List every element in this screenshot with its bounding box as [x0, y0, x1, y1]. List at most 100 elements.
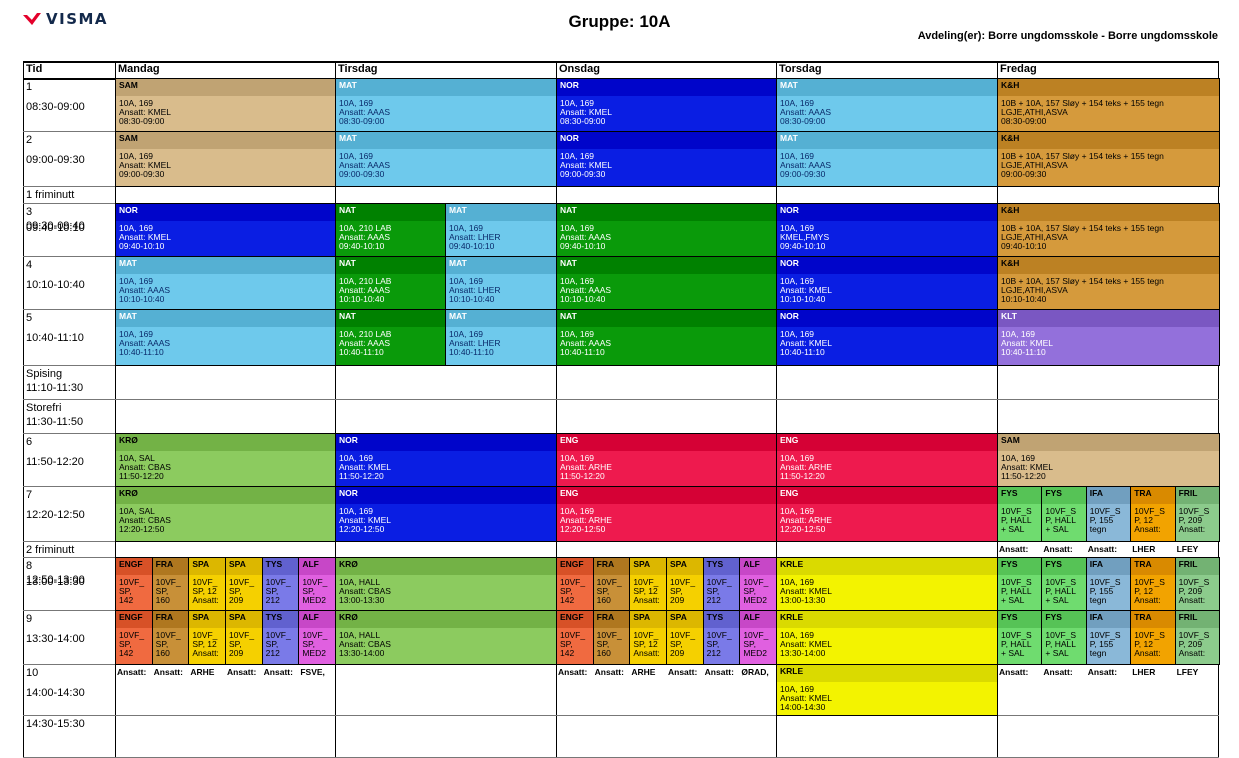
lesson-block[interactable]: ENGF 10VF_ SP, 142: [556, 610, 594, 665]
lesson-block[interactable]: NOR 10A, 169 Ansatt: KMEL 09:00-09:30: [556, 131, 777, 187]
lesson-block[interactable]: SPA 10VF_ SP, 209: [666, 557, 704, 611]
lesson-block[interactable]: FRIL 10VF_S P, 209 Ansatt:: [1174, 557, 1220, 611]
lesson-block[interactable]: ENGF 10VF_ SP, 142: [115, 610, 153, 665]
lesson-block[interactable]: MAT 10A, 169 Ansatt: AAAS 09:00-09:30: [335, 131, 557, 187]
lesson-line: 212: [706, 648, 721, 658]
lesson-block[interactable]: KRLE 10A, 169 Ansatt: KMEL 13:00-13:30: [776, 557, 998, 611]
lesson-block[interactable]: ALF 10VF_ SP, MED2: [739, 610, 777, 665]
lesson-block[interactable]: NAT 10A, 169 Ansatt: AAAS 09:40-10:10: [556, 203, 777, 257]
lesson-block[interactable]: KRØ 10A, SAL Ansatt: CBAS 11:50-12:20: [115, 433, 336, 487]
lesson-block[interactable]: NAT 10A, 210 LAB Ansatt: AAAS 10:10-10:40: [335, 256, 446, 310]
lesson-block[interactable]: IFA 10VF_S P, 155 tegn: [1085, 610, 1132, 665]
lesson-block[interactable]: KRØ 10A, HALL Ansatt: CBAS 13:30-14:00: [335, 610, 557, 665]
lesson-block[interactable]: NOR 10A, 169 Ansatt: KMEL 12:20-12:50: [335, 486, 557, 542]
lesson-block[interactable]: TRA 10VF_S P, 12 Ansatt:: [1130, 610, 1176, 665]
lesson-block[interactable]: K&H 10B + 10A, 157 Sløy + 154 teks + 155 …: [997, 256, 1220, 310]
lesson-block[interactable]: NOR 10A, 169 Ansatt: KMEL 09:40-10:10: [115, 203, 336, 257]
lesson-block[interactable]: FRA 10VF_ SP, 160: [151, 557, 190, 611]
lesson-block[interactable]: NAT 10A, 169 Ansatt: AAAS 10:40-11:10: [556, 309, 777, 366]
overflow-note: Ansatt:: [668, 667, 698, 677]
lesson-subject: SAM: [998, 434, 1219, 451]
lesson-line: Ansatt:: [1134, 648, 1161, 658]
lesson-block[interactable]: ALF 10VF_ SP, MED2: [298, 610, 336, 665]
lesson-block[interactable]: SAM 10A, 169 Ansatt: KMEL 09:00-09:30: [115, 131, 336, 187]
lesson-block[interactable]: MAT 10A, 169 Ansatt: AAAS 09:00-09:30: [776, 131, 998, 187]
time-row-time: 11:30-11:50: [26, 416, 84, 428]
lesson-block[interactable]: MAT 10A, 169 Ansatt: AAAS 10:40-11:10: [115, 309, 336, 366]
lesson-block[interactable]: KRLE 10A, 169 Ansatt: KMEL 14:00-14:30: [776, 664, 998, 716]
lesson-block[interactable]: NAT 10A, 210 LAB Ansatt: AAAS 10:40-11:10: [335, 309, 446, 366]
lesson-block[interactable]: MAT 10A, 169 Ansatt: LHER 10:10-10:40: [445, 256, 557, 310]
lesson-block[interactable]: KRLE 10A, 169 Ansatt: KMEL 13:30-14:00: [776, 610, 998, 665]
lesson-block[interactable]: FYS 10VF_S P, HALL + SAL: [1041, 486, 1087, 542]
lesson-subject: ENGF: [557, 558, 593, 575]
lesson-block[interactable]: SPA 10VF_ SP, 209: [666, 610, 704, 665]
lesson-line: 08:30-09:00: [560, 116, 606, 126]
lesson-block[interactable]: KLT 10A, 169 Ansatt: KMEL 10:40-11:10: [997, 309, 1220, 366]
lesson-block[interactable]: SPA 10VF_ SP, 209: [225, 610, 263, 665]
lesson-block[interactable]: NOR 10A, 169 Ansatt: KMEL 08:30-09:00: [556, 78, 777, 132]
lesson-block[interactable]: K&H 10B + 10A, 157 Sløy + 154 teks + 155 …: [997, 78, 1220, 132]
lesson-block[interactable]: NAT 10A, 169 Ansatt: AAAS 10:10-10:40: [556, 256, 777, 310]
lesson-block[interactable]: MAT 10A, 169 Ansatt: LHER 10:40-11:10: [445, 309, 557, 366]
lesson-block[interactable]: TYS 10VF_ SP, 212: [702, 610, 741, 665]
lesson-block[interactable]: FRA 10VF_ SP, 160: [592, 610, 631, 665]
overflow-note: ØRAD,: [741, 667, 769, 677]
lesson-block[interactable]: MAT 10A, 169 Ansatt: AAAS 08:30-09:00: [776, 78, 998, 132]
lesson-block[interactable]: FYS 10VF_S P, HALL + SAL: [997, 557, 1043, 611]
lesson-block[interactable]: IFA 10VF_S P, 155 tegn: [1085, 486, 1132, 542]
lesson-block[interactable]: MAT 10A, 169 Ansatt: AAAS 08:30-09:00: [335, 78, 557, 132]
lesson-block[interactable]: ENG 10A, 169 Ansatt: ARHE 12:20-12:50: [556, 486, 777, 542]
lesson-block[interactable]: K&H 10B + 10A, 157 Sløy + 154 teks + 155 …: [997, 203, 1220, 257]
lesson-block[interactable]: ENGF 10VF_ SP, 142: [556, 557, 594, 611]
lesson-block[interactable]: SPA 10VF_ SP, 12 Ansatt:: [629, 610, 667, 665]
lesson-details: 10A, HALL Ansatt: CBAS 13:00-13:30: [336, 575, 556, 610]
lesson-details: 10VF_SP, 12Ansatt:: [630, 575, 666, 610]
lesson-block[interactable]: NOR 10A, 169 Ansatt: KMEL 11:50-12:20: [335, 433, 557, 487]
lesson-block[interactable]: FRA 10VF_ SP, 160: [592, 557, 631, 611]
lesson-block[interactable]: TYS 10VF_ SP, 212: [261, 557, 300, 611]
lesson-block[interactable]: ENG 10A, 169 Ansatt: ARHE 11:50-12:20: [556, 433, 777, 487]
lesson-block[interactable]: FYS 10VF_S P, HALL + SAL: [1041, 557, 1087, 611]
lesson-line: 209: [670, 595, 685, 605]
lesson-subject: SPA: [630, 558, 666, 575]
lesson-block[interactable]: IFA 10VF_S P, 155 tegn: [1085, 557, 1132, 611]
lesson-block[interactable]: FRIL 10VF_S P, 209 Ansatt:: [1174, 486, 1220, 542]
lesson-block[interactable]: SAM 10A, 169 Ansatt: KMEL 11:50-12:20: [997, 433, 1220, 487]
lesson-block[interactable]: MAT 10A, 169 Ansatt: LHER 09:40-10:10: [445, 203, 557, 257]
lesson-block[interactable]: FYS 10VF_S P, HALL + SAL: [1041, 610, 1087, 665]
lesson-block[interactable]: ALF 10VF_ SP, MED2: [298, 557, 336, 611]
lesson-block[interactable]: SPA 10VF_ SP, 12 Ansatt:: [188, 610, 226, 665]
lesson-block[interactable]: SPA 10VF_ SP, 12 Ansatt:: [629, 557, 667, 611]
lesson-block[interactable]: KRØ 10A, HALL Ansatt: CBAS 13:00-13:30: [335, 557, 557, 611]
lesson-block[interactable]: SPA 10VF_ SP, 209: [225, 557, 263, 611]
lesson-block[interactable]: ENGF 10VF_ SP, 142: [115, 557, 153, 611]
lesson-block[interactable]: NOR 10A, 169 Ansatt: KMEL 10:40-11:10: [776, 309, 998, 366]
lesson-block[interactable]: ENG 10A, 169 Ansatt: ARHE 11:50-12:20: [776, 433, 998, 487]
lesson-block[interactable]: FYS 10VF_S P, HALL + SAL: [997, 610, 1043, 665]
lesson-block[interactable]: NAT 10A, 210 LAB Ansatt: AAAS 09:40-10:10: [335, 203, 446, 257]
lesson-subject: SPA: [189, 611, 225, 628]
lesson-block[interactable]: KRØ 10A, SAL Ansatt: CBAS 12:20-12:50: [115, 486, 336, 542]
lesson-block[interactable]: TRA 10VF_S P, 12 Ansatt:: [1130, 486, 1176, 542]
lesson-block[interactable]: SAM 10A, 169 Ansatt: KMEL 08:30-09:00: [115, 78, 336, 132]
row-divider: [23, 715, 1219, 716]
lesson-block[interactable]: ALF 10VF_ SP, MED2: [739, 557, 777, 611]
lesson-details: 10VF_S P, HALL + SAL: [998, 628, 1041, 664]
lesson-block[interactable]: TYS 10VF_ SP, 212: [702, 557, 741, 611]
lesson-block[interactable]: TRA 10VF_S P, 12 Ansatt:: [1130, 557, 1176, 611]
lesson-block[interactable]: FYS 10VF_S P, HALL + SAL: [997, 486, 1043, 542]
lesson-line: 09:00-09:30: [119, 169, 165, 179]
lesson-block[interactable]: SPA 10VF_ SP, 12 Ansatt:: [188, 557, 226, 611]
column-header: Tirsdag: [338, 63, 378, 75]
lesson-details: 10A, 169 Ansatt: ARHE 12:20-12:50: [777, 504, 997, 541]
lesson-block[interactable]: FRIL 10VF_S P, 209 Ansatt:: [1174, 610, 1220, 665]
lesson-block[interactable]: FRA 10VF_ SP, 160: [151, 610, 190, 665]
lesson-block[interactable]: K&H 10B + 10A, 157 Sløy + 154 teks + 155 …: [997, 131, 1220, 187]
time-row-number: 4: [26, 259, 33, 271]
lesson-block[interactable]: ENG 10A, 169 Ansatt: ARHE 12:20-12:50: [776, 486, 998, 542]
lesson-block[interactable]: NOR 10A, 169 KMEL,FMYS 09:40-10:10: [776, 203, 998, 257]
lesson-block[interactable]: NOR 10A, 169 Ansatt: KMEL 10:10-10:40: [776, 256, 998, 310]
lesson-block[interactable]: TYS 10VF_ SP, 212: [261, 610, 300, 665]
lesson-block[interactable]: MAT 10A, 169 Ansatt: AAAS 10:10-10:40: [115, 256, 336, 310]
